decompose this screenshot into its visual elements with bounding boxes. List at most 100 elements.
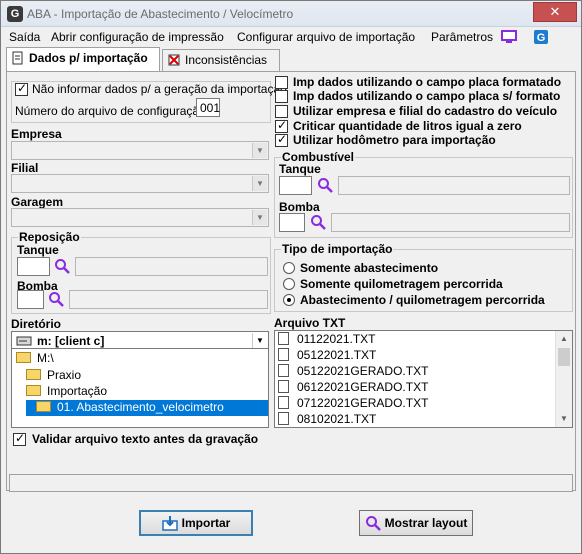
file-icon bbox=[278, 348, 289, 361]
tipo-importacao-legend: Tipo de importação bbox=[281, 242, 394, 256]
file-item[interactable]: 05122021GERADO.TXT bbox=[278, 364, 428, 380]
combustivel-tanque-input[interactable] bbox=[279, 176, 312, 195]
file-icon bbox=[278, 396, 289, 409]
tipo-somente-quilometragem-radio[interactable] bbox=[283, 278, 295, 290]
config-number-label: Número do arquivo de configuração bbox=[15, 104, 206, 118]
file-icon bbox=[278, 332, 289, 345]
search-icon bbox=[365, 516, 381, 531]
folder-label: 01. Abastecimento_velocimetro bbox=[57, 400, 224, 414]
file-item[interactable]: 08102021.TXT bbox=[278, 412, 377, 427]
scroll-down-icon[interactable]: ▼ bbox=[556, 411, 572, 427]
importar-button-label: Importar bbox=[181, 516, 231, 530]
monitor-icon[interactable] bbox=[501, 29, 517, 45]
search-icon[interactable] bbox=[54, 258, 70, 274]
validar-checkbox[interactable] bbox=[13, 431, 26, 446]
app-brand-icon[interactable]: G bbox=[533, 29, 549, 45]
opt-empresa-filial-checkbox[interactable] bbox=[275, 105, 288, 118]
empresa-label: Empresa bbox=[11, 127, 62, 141]
opt-placa-formatado-checkbox[interactable] bbox=[275, 76, 288, 89]
file-name: 05122021GERADO.TXT bbox=[297, 364, 429, 378]
mostrar-layout-button[interactable]: Mostrar layout bbox=[359, 510, 473, 536]
combustivel-bomba-label: Bomba bbox=[279, 200, 320, 214]
close-button[interactable]: ✕ bbox=[533, 2, 577, 22]
reposicao-bomba-input[interactable] bbox=[17, 290, 44, 309]
file-icon bbox=[278, 380, 289, 393]
no-inform-checkbox[interactable] bbox=[15, 81, 28, 96]
import-icon bbox=[161, 516, 178, 531]
opt-hodometro-checkbox[interactable] bbox=[275, 132, 288, 147]
file-name: 08102021.TXT bbox=[297, 412, 377, 426]
combustivel-tanque-label: Tanque bbox=[279, 162, 321, 176]
folder-item-selected[interactable]: 01. Abastecimento_velocimetro bbox=[26, 400, 268, 416]
menu-saida[interactable]: Saída bbox=[9, 30, 40, 44]
search-icon[interactable] bbox=[317, 177, 333, 193]
scroll-up-icon[interactable]: ▲ bbox=[556, 331, 572, 347]
arquivo-txt-label: Arquivo TXT bbox=[274, 316, 346, 330]
folder-open-icon bbox=[36, 401, 51, 412]
scroll-thumb[interactable] bbox=[558, 348, 570, 366]
file-list-scrollbar[interactable]: ▲ ▼ bbox=[555, 331, 572, 427]
folder-item[interactable]: Importação bbox=[26, 384, 107, 400]
folder-open-icon bbox=[26, 385, 41, 396]
window-title: ABA - Importação de Abastecimento / Velo… bbox=[27, 7, 294, 21]
menu-parametros[interactable]: Parâmetros bbox=[431, 30, 493, 44]
opt-placa-sem-formato-checkbox[interactable] bbox=[275, 90, 288, 103]
folder-open-icon bbox=[16, 352, 31, 363]
file-name: 05122021.TXT bbox=[297, 348, 377, 362]
opt-criticar-litros-label: Criticar quantidade de litros igual a ze… bbox=[293, 119, 522, 133]
folder-item[interactable]: M:\ bbox=[16, 351, 54, 367]
file-item[interactable]: 06122021GERADO.TXT bbox=[278, 380, 428, 396]
file-name: 06122021GERADO.TXT bbox=[297, 380, 429, 394]
tab-dados-importacao[interactable]: Dados p/ importação bbox=[6, 47, 160, 72]
folder-item[interactable]: Praxio bbox=[26, 368, 81, 384]
search-icon[interactable] bbox=[48, 291, 64, 307]
reposicao-tanque-input[interactable] bbox=[17, 257, 50, 276]
garagem-select[interactable]: ▼ bbox=[11, 208, 269, 227]
opt-hodometro-label: Utilizar hodômetro para importação bbox=[293, 133, 496, 147]
tipo-somente-abastecimento-radio[interactable] bbox=[283, 262, 295, 274]
empresa-select[interactable]: ▼ bbox=[11, 141, 269, 160]
reposicao-legend: Reposição bbox=[18, 230, 81, 244]
chevron-down-icon: ▼ bbox=[252, 176, 267, 191]
drive-icon bbox=[16, 336, 32, 346]
file-list[interactable]: 01122021.TXT 05122021.TXT 05122021GERADO… bbox=[274, 330, 573, 428]
file-icon bbox=[278, 364, 289, 377]
config-number-input[interactable]: 001 bbox=[196, 98, 220, 117]
reposicao-tanque-desc bbox=[75, 257, 268, 276]
tipo-somente-abastecimento-label: Somente abastecimento bbox=[300, 261, 439, 275]
combustivel-bomba-input[interactable] bbox=[279, 213, 305, 232]
folder-label: Praxio bbox=[47, 368, 82, 382]
menu-abrir-config-impressao[interactable]: Abrir configuração de impressão bbox=[51, 30, 224, 44]
tab-label: Dados p/ importação bbox=[29, 51, 148, 65]
mostrar-layout-button-label: Mostrar layout bbox=[384, 516, 468, 530]
file-item[interactable]: 01122021.TXT bbox=[278, 332, 376, 348]
search-icon[interactable] bbox=[310, 214, 326, 230]
tab-inconsistencias[interactable]: Inconsistências bbox=[162, 49, 280, 71]
app-logo-icon: G bbox=[7, 6, 23, 22]
file-item[interactable]: 07122021GERADO.TXT bbox=[278, 396, 428, 412]
error-list-icon bbox=[168, 54, 180, 66]
drive-value: m: [client c] bbox=[37, 334, 105, 348]
chevron-down-icon: ▼ bbox=[252, 143, 267, 158]
combustivel-bomba-desc bbox=[331, 213, 570, 232]
filial-label: Filial bbox=[11, 161, 39, 175]
filial-select[interactable]: ▼ bbox=[11, 174, 269, 193]
garagem-label: Garagem bbox=[11, 195, 64, 209]
reposicao-bomba-desc bbox=[69, 290, 268, 309]
document-icon bbox=[12, 51, 23, 65]
chevron-down-icon: ▼ bbox=[252, 333, 267, 348]
no-inform-label: Não informar dados p/ a geração da impor… bbox=[32, 82, 287, 96]
folder-label: Importação bbox=[47, 384, 108, 398]
opt-empresa-filial-label: Utilizar empresa e filial do cadastro do… bbox=[293, 104, 558, 118]
folder-tree[interactable]: M:\ Praxio Importação 01. Abastecimento_… bbox=[11, 348, 269, 428]
folder-label: M:\ bbox=[37, 351, 54, 365]
file-item[interactable]: 05122021.TXT bbox=[278, 348, 376, 364]
opt-placa-formatado-label: Imp dados utilizando o campo placa forma… bbox=[293, 75, 562, 89]
menu-configurar-arquivo[interactable]: Configurar arquivo de importação bbox=[237, 30, 415, 44]
tab-label: Inconsistências bbox=[185, 53, 268, 67]
tipo-abastecimento-quilometragem-radio[interactable] bbox=[283, 294, 295, 306]
file-name: 01122021.TXT bbox=[297, 332, 376, 346]
opt-placa-sem-formato-label: Imp dados utilizando o campo placa s/ fo… bbox=[293, 89, 561, 103]
importar-button[interactable]: Importar bbox=[139, 510, 253, 536]
chevron-down-icon: ▼ bbox=[252, 210, 267, 225]
